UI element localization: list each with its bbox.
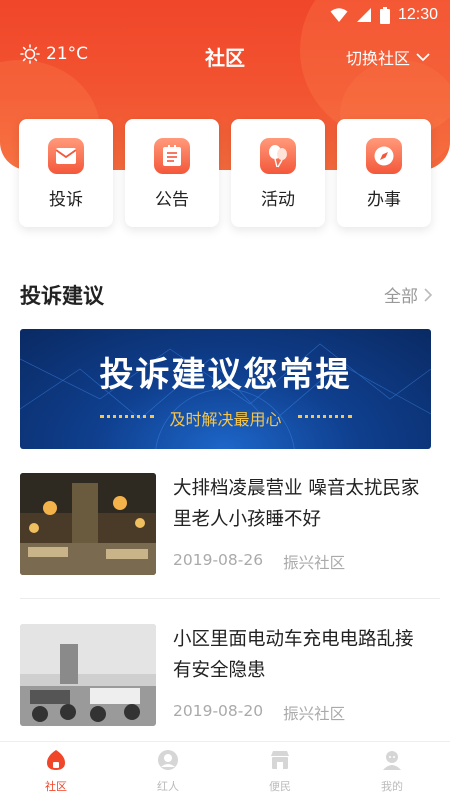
complaint-banner[interactable]: 投诉建议您常提 及时解决最用心	[20, 329, 431, 449]
compass-icon	[366, 138, 402, 174]
tab-label: 红人	[157, 780, 179, 793]
bottom-tab-bar: 社区 红人 便民 我的	[0, 741, 450, 800]
status-time: 12:30	[397, 6, 438, 23]
banner-title: 投诉建议您常提	[99, 355, 352, 395]
notice-icon	[154, 138, 190, 174]
news-date: 2019-08-20	[173, 702, 264, 720]
quick-action-label: 办事	[367, 190, 401, 210]
quick-action-complaint[interactable]: 投诉	[19, 119, 113, 227]
top-bar: 21°C 社区 切换社区	[0, 38, 450, 74]
signal-icon	[356, 8, 371, 22]
quick-action-label: 投诉	[49, 190, 83, 210]
quick-action-label: 公告	[155, 190, 189, 210]
news-title: 大排档凌晨营业 噪音太扰民家里老人小孩睡不好	[173, 478, 420, 530]
banner-subtitle: 及时解决最用心	[169, 410, 282, 429]
tab-label: 便民	[269, 780, 291, 793]
section-title: 投诉建议	[20, 284, 104, 308]
tab-convenience[interactable]: 便民	[224, 742, 336, 800]
view-all-label: 全部	[384, 287, 418, 307]
view-all-link[interactable]: 全部	[384, 282, 432, 307]
quick-action-activity[interactable]: 活动	[231, 119, 325, 227]
quick-action-service[interactable]: 办事	[337, 119, 431, 227]
mail-icon	[48, 138, 84, 174]
shop-icon	[271, 751, 289, 769]
switch-community-label: 切换社区	[345, 49, 410, 68]
wifi-icon	[330, 8, 348, 22]
battery-icon	[379, 6, 390, 24]
section-header: 投诉建议 全部	[20, 278, 432, 310]
news-item[interactable]: 大排档凌晨营业 噪音太扰民家里老人小孩睡不好 2019-08-26 振兴社区	[20, 473, 432, 578]
switch-community-button[interactable]: 切换社区	[346, 45, 430, 69]
tab-label: 我的	[381, 780, 403, 793]
news-title: 小区里面电动车充电电路乱接 有安全隐患	[173, 629, 414, 681]
status-bar: 12:30	[0, 0, 450, 32]
news-thumbnail	[20, 473, 156, 575]
tab-mine[interactable]: 我的	[336, 742, 448, 800]
news-meta: 2019-08-20 振兴社区	[173, 702, 345, 724]
news-item[interactable]: 小区里面电动车充电电路乱接 有安全隐患 2019-08-20 振兴社区	[20, 624, 432, 729]
news-thumbnail	[20, 624, 156, 726]
person-icon	[158, 750, 178, 770]
news-community: 振兴社区	[283, 554, 346, 572]
quick-action-notice[interactable]: 公告	[125, 119, 219, 227]
community-home-icon	[47, 750, 65, 770]
balloon-icon	[260, 138, 296, 174]
chevron-down-icon	[416, 53, 430, 62]
quick-action-label: 活动	[261, 190, 295, 210]
tab-influencer[interactable]: 红人	[112, 742, 224, 800]
news-date: 2019-08-26	[173, 551, 264, 569]
divider	[20, 598, 440, 599]
chevron-right-icon	[424, 287, 432, 302]
news-community: 振兴社区	[283, 705, 346, 723]
profile-icon	[383, 751, 401, 770]
tab-community[interactable]: 社区	[0, 742, 112, 800]
news-meta: 2019-08-26 振兴社区	[173, 551, 345, 573]
tab-label: 社区	[45, 780, 67, 793]
